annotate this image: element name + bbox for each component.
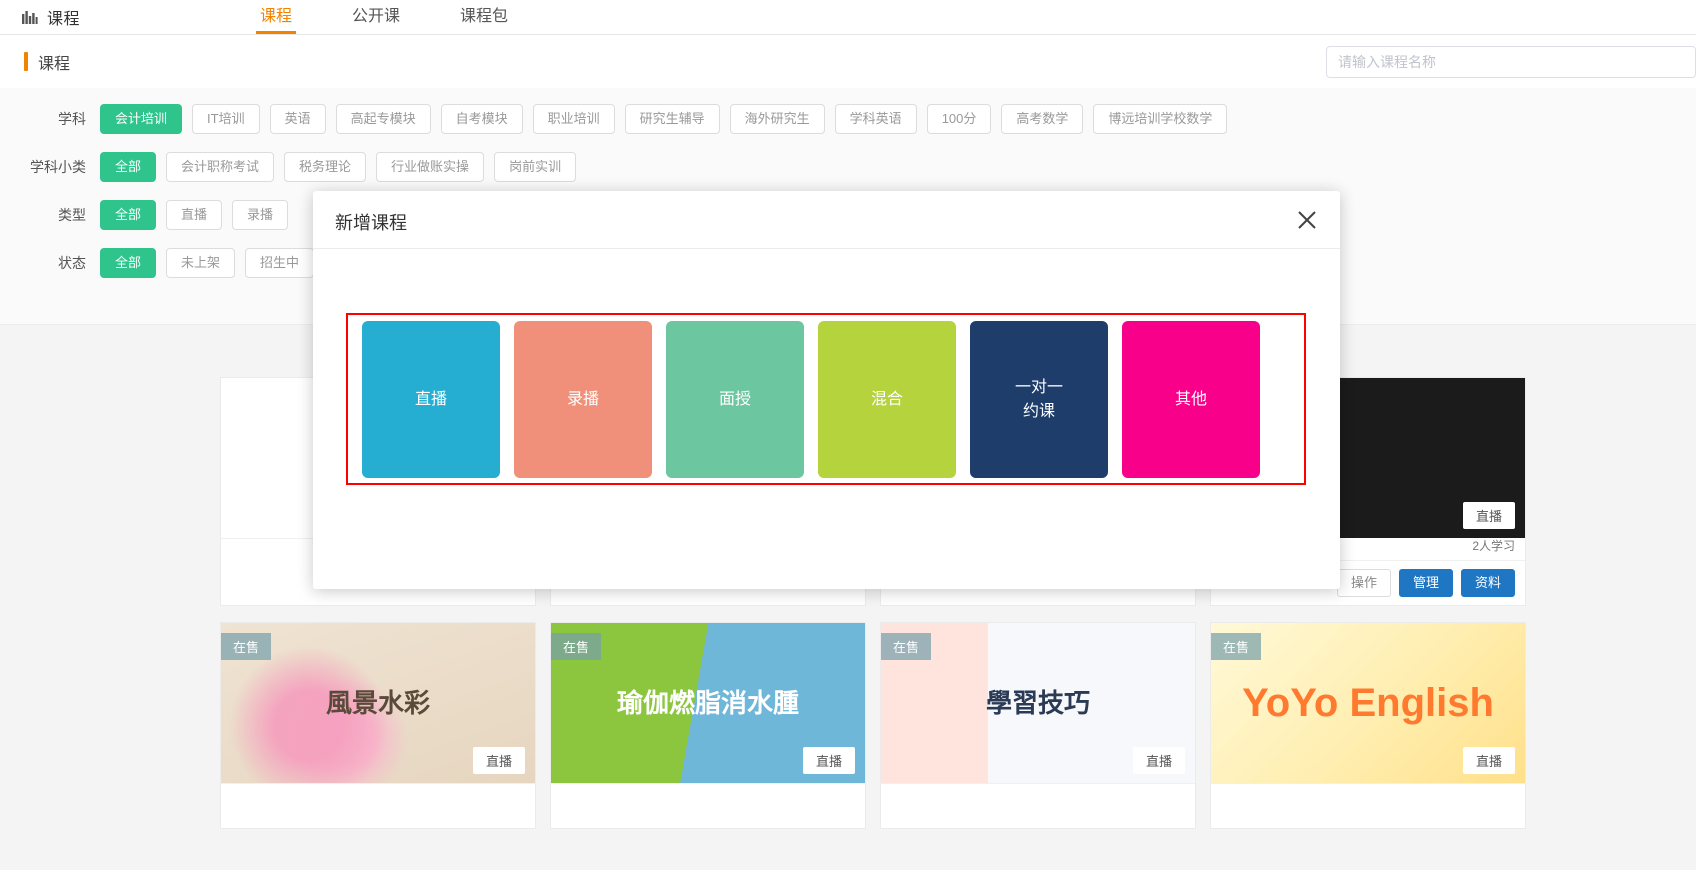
course-card-actions (551, 783, 865, 828)
filter-tag-type-1[interactable]: 直播 (166, 200, 223, 230)
learner-count: 2人学习 (1472, 539, 1515, 553)
bar-chart-icon (22, 10, 38, 24)
filter-tag-subject-8[interactable]: 学科英语 (834, 104, 917, 134)
course-card-actions (221, 783, 535, 828)
filter-tag-subject-2[interactable]: 英语 (269, 104, 326, 134)
manage-button[interactable]: 管理 (1398, 569, 1453, 597)
filter-tag-subject-4[interactable]: 自考模块 (440, 104, 523, 134)
title-accent-bar (24, 52, 28, 71)
filter-tag-subject-6[interactable]: 研究生辅导 (624, 104, 720, 134)
top-navigation-bar: 课程 课程 公开课 课程包 (0, 0, 1696, 35)
course-type-badge: 直播 (802, 747, 855, 774)
filter-tag-subcategory-2[interactable]: 税务理论 (284, 152, 367, 182)
course-thumbnail: YoYo English 在售 直播 (1211, 623, 1525, 783)
page-title: 课程 (38, 55, 71, 73)
filter-tag-subject-9[interactable]: 100分 (926, 104, 992, 134)
brand-label: 课程 (47, 11, 81, 28)
sale-status-badge: 在售 (551, 633, 602, 660)
tile-label-line1: 一对一 (1014, 378, 1063, 396)
sale-status-badge: 在售 (221, 633, 272, 660)
filter-tag-type-2[interactable]: 录播 (232, 200, 289, 230)
course-type-badge: 直播 (1462, 502, 1515, 529)
filter-label-status: 状态 (58, 255, 86, 271)
course-type-tile-recorded[interactable]: 录播 (514, 321, 652, 478)
brand: 课程 (22, 5, 80, 29)
material-button[interactable]: 资料 (1460, 569, 1515, 597)
course-type-tile-other[interactable]: 其他 (1122, 321, 1260, 478)
course-card[interactable]: 風景水彩 在售 直播 (220, 622, 536, 829)
course-type-tiles: 直播 录播 面授 混合 一对一 约课 其他 (362, 321, 1260, 478)
nav-item-gongkaike[interactable]: 公开课 (348, 0, 404, 34)
filter-tag-subject-1[interactable]: IT培训 (192, 104, 260, 134)
filter-tag-subcategory-3[interactable]: 行业做账实操 (376, 152, 485, 182)
course-type-tile-blended[interactable]: 混合 (818, 321, 956, 478)
filter-tag-subcategory-1[interactable]: 会计职称考试 (166, 152, 275, 182)
filter-tag-subcategory-4[interactable]: 岗前实训 (494, 152, 577, 182)
nav-item-kecheng[interactable]: 课程 (256, 0, 297, 34)
filter-tag-status-1[interactable]: 未上架 (166, 248, 236, 278)
course-card[interactable]: 瑜伽燃脂消水腫 在售 直播 (550, 622, 866, 829)
filter-tag-subject-11[interactable]: 博远培训学校数学 (1093, 104, 1228, 134)
course-thumbnail: 瑜伽燃脂消水腫 在售 直播 (551, 623, 865, 783)
filter-tag-subject-7[interactable]: 海外研究生 (729, 104, 825, 134)
course-type-badge: 直播 (1132, 747, 1185, 774)
course-card-actions (1211, 783, 1525, 828)
filter-tag-subject-0[interactable]: 会计培训 (100, 104, 183, 134)
filter-tag-status-2[interactable]: 招生中 (245, 248, 315, 278)
course-type-tile-offline[interactable]: 面授 (666, 321, 804, 478)
course-type-tile-live[interactable]: 直播 (362, 321, 500, 478)
sale-status-badge: 在售 (881, 633, 932, 660)
filter-tag-status-0[interactable]: 全部 (100, 248, 157, 278)
filter-label-type: 类型 (58, 207, 86, 223)
course-type-tile-one-on-one[interactable]: 一对一 约课 (970, 321, 1108, 478)
add-course-dialog: 新增课程 直播 录播 面授 混合 一对一 约课 其他 (313, 191, 1340, 589)
filter-tag-subject-5[interactable]: 职业培训 (532, 104, 615, 134)
course-type-badge: 直播 (472, 747, 525, 774)
dialog-title: 新增课程 (335, 213, 407, 233)
course-thumbnail: 學習技巧 在售 直播 (881, 623, 1195, 783)
filter-tag-subject-3[interactable]: 高起专模块 (335, 104, 431, 134)
filter-row-subcategory: 学科小类 全部 会计职称考试 税务理论 行业做账实操 岗前实训 (0, 150, 1696, 184)
filter-tag-type-0[interactable]: 全部 (100, 200, 157, 230)
filter-label-subcategory: 学科小类 (30, 159, 86, 175)
course-type-badge: 直播 (1462, 747, 1515, 774)
app-root: 课程 课程 公开课 课程包 课程 请输入课程名称 学科 会计培训 IT培训 英语… (0, 0, 1696, 870)
dialog-header: 新增课程 (313, 191, 1340, 249)
search-placeholder: 请输入课程名称 (1338, 54, 1436, 70)
main-nav: 课程 公开课 课程包 (230, 0, 538, 34)
operate-button[interactable]: 操作 (1336, 569, 1391, 597)
course-card[interactable]: 學習技巧 在售 直播 (880, 622, 1196, 829)
nav-item-kechengbao[interactable]: 课程包 (456, 0, 512, 34)
page-header: 课程 请输入课程名称 (0, 35, 1696, 89)
filter-tag-subject-10[interactable]: 高考数学 (1001, 104, 1084, 134)
course-card[interactable]: YoYo English 在售 直播 (1210, 622, 1526, 829)
filter-row-subject: 学科 会计培训 IT培训 英语 高起专模块 自考模块 职业培训 研究生辅导 海外… (0, 102, 1696, 136)
page-title-wrap: 课程 (24, 50, 70, 74)
tile-label-line2: 约课 (1022, 402, 1055, 420)
sale-status-badge: 在售 (1211, 633, 1262, 660)
filter-label-subject: 学科 (58, 111, 86, 127)
search-input[interactable]: 请输入课程名称 (1326, 46, 1696, 78)
course-card-actions (881, 783, 1195, 828)
close-icon[interactable] (1292, 205, 1322, 235)
filter-tag-subcategory-0[interactable]: 全部 (100, 152, 157, 182)
course-thumbnail: 風景水彩 在售 直播 (221, 623, 535, 783)
